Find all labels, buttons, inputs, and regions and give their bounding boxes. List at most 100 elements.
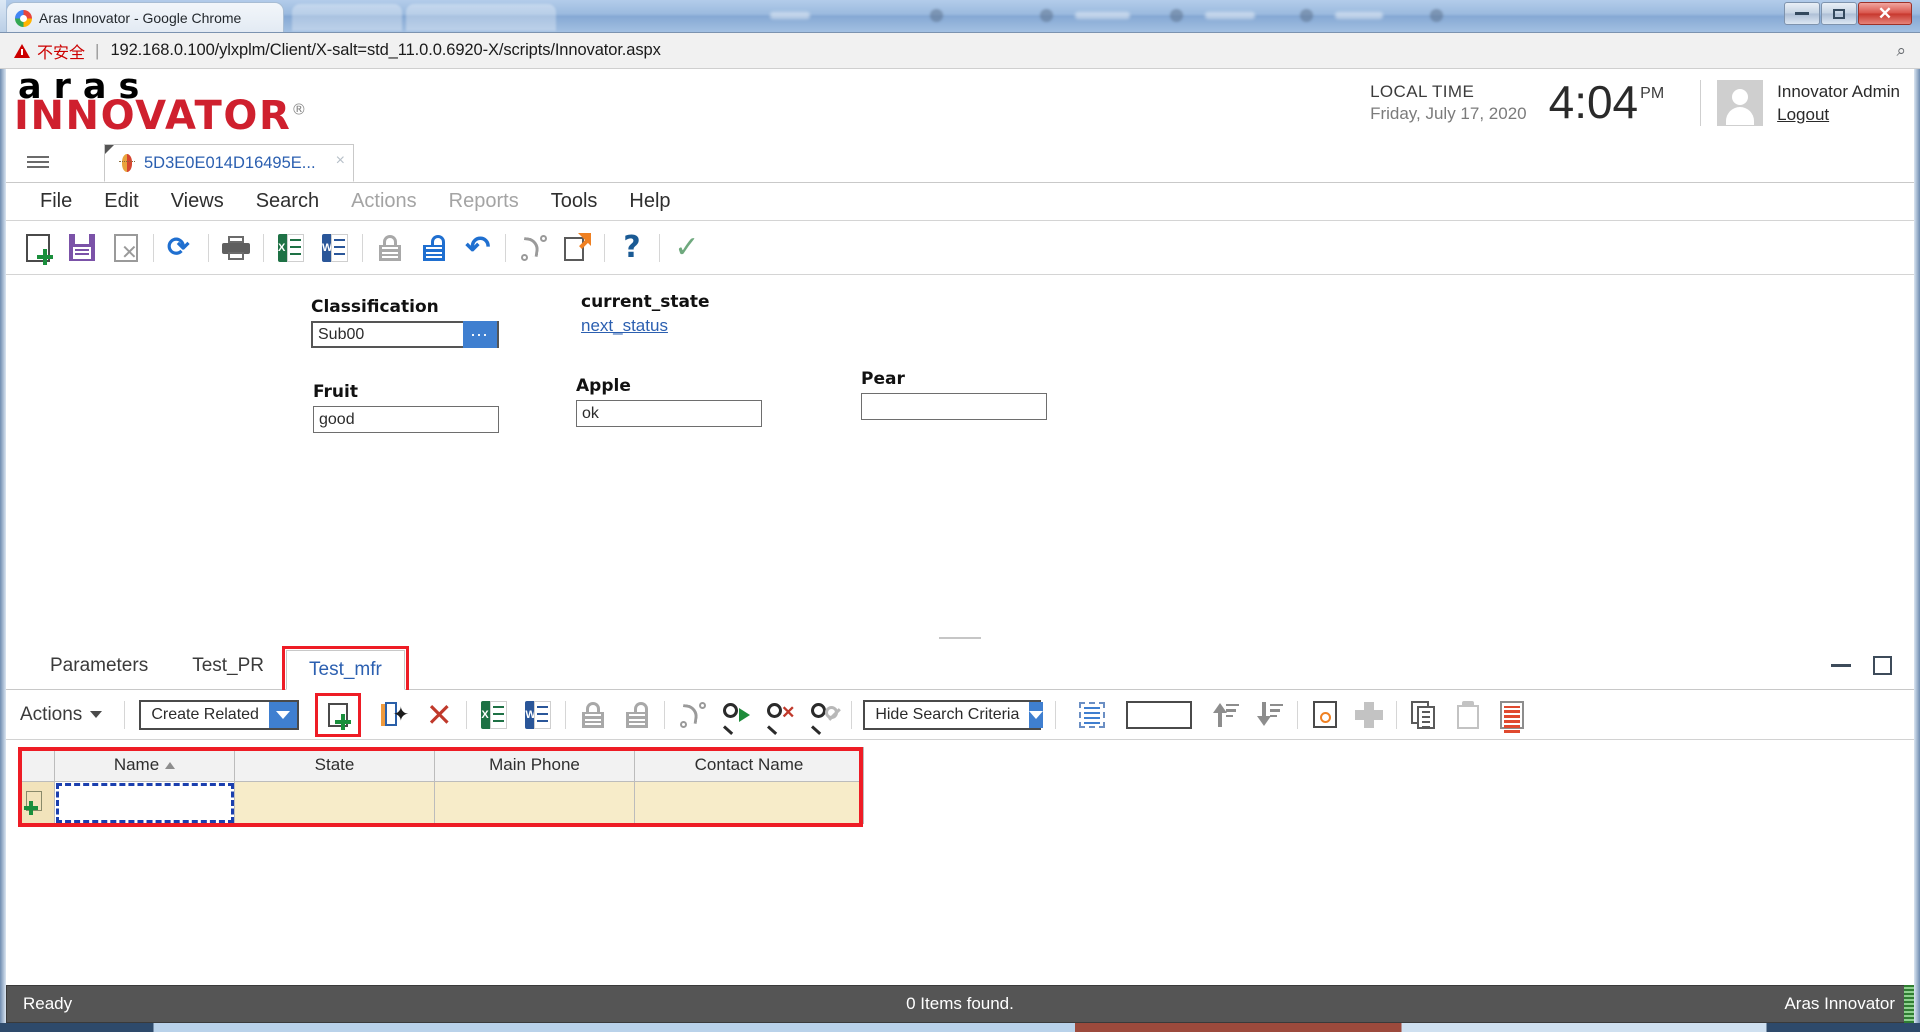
close-icon[interactable]: × — [336, 152, 345, 170]
red-x-icon[interactable]: ✕ — [417, 693, 461, 737]
background-tab-5[interactable] — [1205, 12, 1255, 19]
panel-splitter[interactable] — [6, 634, 1914, 642]
relate-item-icon[interactable]: ✦ — [373, 693, 417, 737]
word-icon[interactable]: W — [516, 693, 560, 737]
pear-label: Pear — [861, 369, 905, 389]
menu-item-edit[interactable]: Edit — [88, 190, 154, 213]
word-icon[interactable]: W — [313, 226, 357, 270]
status-left-text: Ready — [23, 994, 73, 1013]
item-tab[interactable]: 5D3E0E014D16495E... × — [104, 144, 354, 182]
pear-input[interactable] — [861, 393, 1047, 420]
rel-tab-test-mfr[interactable]: Test_mfr — [282, 645, 409, 694]
browser-address-bar[interactable]: 不安全 | 192.168.0.100/ylxplm/Client/X-salt… — [0, 33, 1920, 69]
table-row[interactable] — [18, 781, 864, 824]
undo-icon[interactable]: ↶ — [456, 226, 500, 270]
new-page-icon[interactable] — [16, 226, 60, 270]
save-floppy-icon[interactable] — [60, 226, 104, 270]
hamburger-icon[interactable] — [6, 142, 70, 182]
create-related-dropdown[interactable]: Create Related — [139, 699, 300, 730]
red-lines-doc-icon[interactable] — [1490, 693, 1534, 737]
menu-item-help[interactable]: Help — [613, 190, 686, 213]
fruit-input[interactable]: good — [313, 406, 499, 433]
search-run-icon[interactable] — [714, 693, 758, 737]
fruit-label: Fruit — [313, 382, 358, 402]
toolbar-separator — [1297, 700, 1299, 729]
menu-item-tools[interactable]: Tools — [535, 190, 614, 213]
rel-actions-label: Actions — [20, 703, 83, 725]
url-text[interactable]: 192.168.0.100/ylxplm/Client/X-salt=std_1… — [110, 41, 660, 60]
lock-icon[interactable] — [368, 226, 412, 270]
user-block: Innovator Admin Logout — [1777, 82, 1900, 125]
next-status-link[interactable]: next_status — [581, 316, 668, 335]
grid-column-name[interactable]: Name — [54, 747, 235, 782]
refresh-icon[interactable]: ⟳ — [159, 226, 203, 270]
background-tab-1[interactable] — [292, 4, 402, 31]
question-mark-icon[interactable]: ? — [610, 226, 654, 270]
unlock-icon[interactable] — [412, 226, 456, 270]
grid-cell-state[interactable] — [234, 781, 435, 824]
page-search-icon[interactable] — [1303, 693, 1347, 737]
version-icon — [511, 226, 555, 270]
grid-column-contact-name[interactable]: Contact Name — [634, 747, 864, 782]
ellipsis-icon[interactable]: ⋯ — [463, 321, 497, 348]
excel-icon[interactable]: X — [269, 226, 313, 270]
header-right-group: LOCAL TIME Friday, July 17, 2020 4:04 PM… — [1370, 69, 1914, 137]
page-size-input[interactable] — [1126, 700, 1193, 729]
checkmark-icon[interactable]: ✓ — [665, 226, 709, 270]
grid-column-main-phone[interactable]: Main Phone — [434, 747, 635, 782]
background-tab-2[interactable] — [406, 4, 556, 31]
panel-minimize-icon[interactable] — [1831, 664, 1851, 667]
status-app-name: Aras Innovator — [1784, 994, 1895, 1013]
grid-cell-main-phone[interactable] — [434, 781, 635, 824]
classification-input[interactable]: Sub00 ⋯ — [311, 321, 499, 348]
app-header: aras INNOVATOR® LOCAL TIME Friday, July … — [6, 69, 1914, 137]
new-row-icon[interactable] — [18, 781, 55, 824]
background-tab-3[interactable] — [770, 12, 810, 19]
search-clear-icon[interactable]: ✕ — [758, 693, 802, 737]
insert-row-icon[interactable] — [1070, 693, 1114, 737]
print-icon[interactable] — [214, 226, 258, 270]
window-close-button[interactable]: ✕ — [1858, 2, 1912, 25]
search-criteria-dropdown[interactable]: Hide Search Criteria — [863, 699, 1044, 730]
toolbar-separator — [153, 233, 154, 262]
apple-label: Apple — [576, 376, 631, 396]
excel-icon[interactable]: X — [472, 693, 516, 737]
copy-arrow-icon[interactable] — [555, 226, 599, 270]
menu-item-views[interactable]: Views — [155, 190, 240, 213]
window-minimize-button[interactable] — [1784, 2, 1820, 25]
relationship-grid-area: Name State Main Phone Contact Name — [6, 740, 1914, 985]
background-tab-6[interactable] — [1335, 12, 1383, 19]
item-tab-label: 5D3E0E014D16495E... — [144, 153, 316, 172]
rel-actions-menu[interactable]: Actions — [20, 704, 110, 726]
apple-input[interactable]: ok — [576, 400, 762, 427]
add-relationship-button[interactable] — [315, 692, 362, 737]
rel-tab-parameters[interactable]: Parameters — [28, 646, 170, 686]
menu-item-search[interactable]: Search — [240, 190, 335, 213]
taskbar-strip — [0, 1023, 1920, 1032]
unlock-icon — [615, 693, 659, 737]
background-icon-3 — [1170, 9, 1183, 22]
panel-maximize-icon[interactable] — [1873, 656, 1892, 675]
menu-item-file[interactable]: File — [24, 190, 88, 213]
user-avatar-icon[interactable] — [1717, 80, 1764, 126]
rel-tab-test-pr[interactable]: Test_PR — [170, 646, 286, 686]
app-tab-strip: 5D3E0E014D16495E... × — [6, 143, 1914, 183]
chevron-down-icon[interactable] — [268, 701, 298, 728]
chevron-down-icon[interactable] — [1029, 701, 1044, 728]
toolbar-separator — [466, 700, 468, 729]
grid-column-state[interactable]: State — [234, 747, 435, 782]
sort-asc-icon[interactable] — [1204, 693, 1248, 737]
fruit-value: good — [319, 410, 355, 428]
magnifier-icon[interactable]: ⌕ — [1896, 41, 1906, 61]
logout-link[interactable]: Logout — [1777, 105, 1900, 125]
toolbar-separator — [664, 700, 666, 729]
background-tab-4[interactable] — [1075, 12, 1130, 19]
browser-tab[interactable]: Aras Innovator - Google Chrome — [6, 2, 284, 32]
main-toolbar: ✕ ⟳ X W ↶ ? ✓ — [6, 221, 1914, 275]
grid-cell-contact-name[interactable] — [634, 781, 864, 824]
copy-icon[interactable] — [1402, 693, 1446, 737]
scrollbar-indicator[interactable] — [1904, 985, 1914, 1025]
grid-cell-name[interactable] — [54, 781, 235, 824]
sort-desc-icon[interactable] — [1248, 693, 1292, 737]
window-maximize-button[interactable] — [1821, 2, 1857, 25]
